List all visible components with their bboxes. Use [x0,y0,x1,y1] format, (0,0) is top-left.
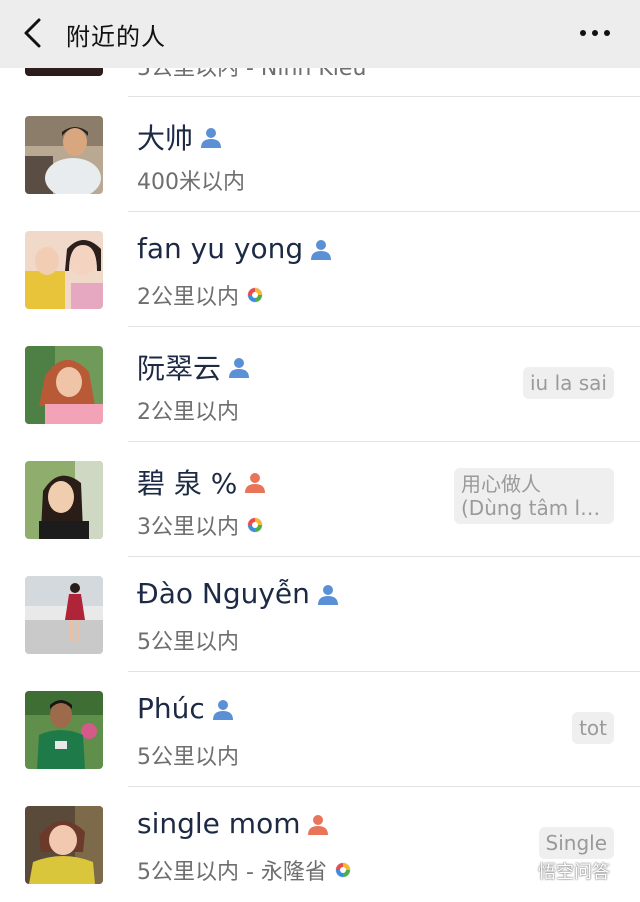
signature-bubble: tot [572,712,614,744]
list-item[interactable]: 大帅 400米以内 [0,97,640,212]
contact-name: fan yu yong [137,232,333,265]
distance-label: 5公里以内 [137,745,239,770]
distance-label: 400米以内 [137,170,245,195]
contact-name: Phúc [137,692,235,725]
male-user-icon [311,239,332,260]
signature-bubble: 用心做人 (Dùng tâm là... [454,468,614,524]
distance-label: 3公里以内 [137,509,263,541]
distance-label: 5公里以内 [137,630,239,655]
page-title: 附近的人 [66,23,166,51]
more-dots-icon[interactable] [578,27,612,39]
male-user-icon [229,358,250,378]
distance-label: 2公里以内 [137,400,239,425]
list-item[interactable]: Phúc 5公里以内 tot [0,672,640,787]
list-item[interactable]: Đào Nguyễn 5公里以内 [0,557,640,672]
moments-aperture-icon [247,517,263,533]
signature-bubble: Single [538,827,614,859]
nearby-people-list: 5公里以内 - Ninh Kieu 大帅 400米以内 fan yu yong … [0,0,640,893]
female-user-icon [308,814,329,835]
signature-line: (Dùng tâm là... [461,496,607,520]
signature-bubble: iu la sai [523,367,614,399]
male-user-icon [212,699,233,720]
avatar [25,231,103,309]
contact-name: 碧 泉 % [137,462,267,502]
chevron-left-icon[interactable] [18,16,48,50]
avatar [25,806,103,884]
distance-label: 2公里以内 [137,279,263,311]
list-item[interactable]: 碧 泉 % 3公里以内 用心做人 (Dùng tâm là... [0,442,640,557]
list-item[interactable]: single mom 5公里以内 - 永隆省 Single [0,787,640,902]
list-item[interactable]: fan yu yong 2公里以内 [0,212,640,327]
moments-aperture-icon [335,862,351,878]
avatar [25,346,103,424]
distance-label: 5公里以内 - 永隆省 [137,854,351,886]
avatar [25,576,103,654]
contact-name: Đào Nguyễn [137,577,340,610]
avatar [25,461,103,539]
list-item[interactable]: 阮翠云 2公里以内 iu la sai [0,327,640,442]
contact-name: 大帅 [137,117,223,157]
signature-line: 用心做人 [461,472,541,496]
moments-aperture-icon [247,287,263,303]
contact-name: single mom [137,807,330,840]
watermark: 悟空问答 [538,862,610,883]
nav-header: 附近的人 [0,0,640,68]
male-user-icon [317,584,338,605]
avatar [25,691,103,769]
female-user-icon [245,473,266,493]
contact-name: 阮翠云 [137,347,251,387]
male-user-icon [201,128,222,148]
avatar [25,116,103,194]
